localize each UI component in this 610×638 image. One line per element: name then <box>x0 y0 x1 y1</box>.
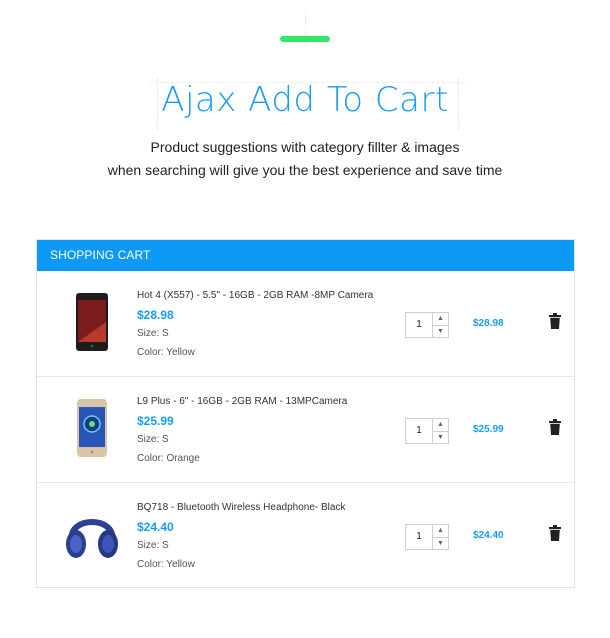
quantity-increase-icon[interactable]: ▲ <box>433 419 448 431</box>
line-total: $28.98 <box>473 318 504 329</box>
quantity-stepper[interactable]: 1 ▲ ▼ <box>405 418 449 444</box>
product-color: Color: Yellow <box>137 559 195 570</box>
product-price: $25.99 <box>137 414 174 428</box>
quantity-increase-icon[interactable]: ▲ <box>433 313 448 325</box>
headphones-icon[interactable] <box>61 498 123 570</box>
product-size: Size: S <box>137 540 169 551</box>
cart-header: SHOPPING CART <box>37 240 574 271</box>
product-size: Size: S <box>137 328 169 339</box>
cart-item: L9 Plus - 6" - 16GB - 2GB RAM - 13MPCame… <box>37 377 574 483</box>
trash-icon[interactable] <box>549 313 561 329</box>
quantity-input[interactable]: 1 <box>406 525 432 549</box>
cart-item: BQ718 - Bluetooth Wireless Headphone- Bl… <box>37 483 574 589</box>
product-color: Color: Orange <box>137 453 200 464</box>
black-smartphone-icon[interactable] <box>61 286 123 358</box>
page-subtitle-line-2: when searching will give you the best ex… <box>107 162 503 178</box>
quantity-input[interactable]: 1 <box>406 313 432 337</box>
product-name[interactable]: BQ718 - Bluetooth Wireless Headphone- Bl… <box>137 501 345 515</box>
quantity-stepper[interactable]: 1 ▲ ▼ <box>405 312 449 338</box>
line-total: $25.99 <box>473 424 504 435</box>
product-info: Hot 4 (X557) - 5.5" - 16GB - 2GB RAM -8M… <box>137 289 373 360</box>
quantity-decrease-icon[interactable]: ▼ <box>433 324 448 338</box>
quantity-decrease-icon[interactable]: ▼ <box>433 430 448 444</box>
cart-item: Hot 4 (X557) - 5.5" - 16GB - 2GB RAM -8M… <box>37 271 574 377</box>
product-info: BQ718 - Bluetooth Wireless Headphone- Bl… <box>137 501 345 572</box>
quantity-decrease-icon[interactable]: ▼ <box>433 536 448 550</box>
page-subtitle-line-1: Product suggestions with category fillte… <box>150 139 460 155</box>
quantity-increase-icon[interactable]: ▲ <box>433 525 448 537</box>
accent-bar <box>280 36 330 42</box>
page-title: Ajax Add To Cart <box>161 80 449 120</box>
shopping-cart: SHOPPING CART Hot 4 (X557) - 5.5" - 16GB… <box>36 239 575 588</box>
product-price: $28.98 <box>137 308 174 322</box>
quantity-stepper[interactable]: 1 ▲ ▼ <box>405 524 449 550</box>
quantity-input[interactable]: 1 <box>406 419 432 443</box>
product-name[interactable]: L9 Plus - 6" - 16GB - 2GB RAM - 13MPCame… <box>137 395 347 409</box>
product-info: L9 Plus - 6" - 16GB - 2GB RAM - 13MPCame… <box>137 395 347 466</box>
product-color: Color: Yellow <box>137 347 195 358</box>
trash-icon[interactable] <box>549 525 561 541</box>
product-price: $24.40 <box>137 520 174 534</box>
product-size: Size: S <box>137 434 169 445</box>
gold-smartphone-icon[interactable] <box>61 392 123 464</box>
trash-icon[interactable] <box>549 419 561 435</box>
line-total: $24.40 <box>473 530 504 541</box>
product-name[interactable]: Hot 4 (X557) - 5.5" - 16GB - 2GB RAM -8M… <box>137 289 373 303</box>
